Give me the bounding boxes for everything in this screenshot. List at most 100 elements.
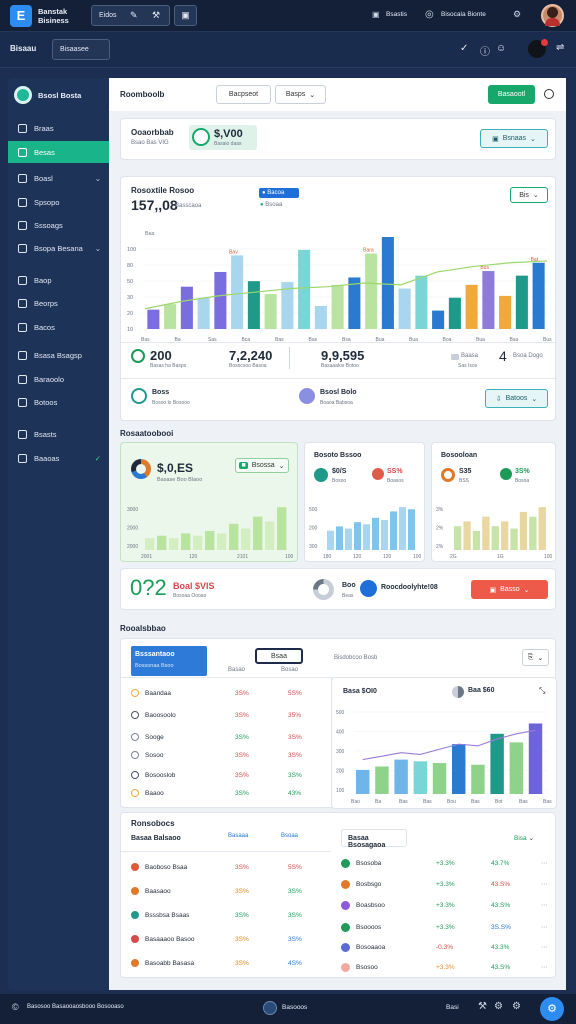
sidebar-item-8[interactable]: Bacos bbox=[8, 316, 109, 338]
balance-caption: Basaio daas bbox=[214, 141, 242, 147]
y-tick-label: 3% bbox=[436, 507, 444, 513]
info-icon[interactable]: ⓘ bbox=[480, 43, 490, 58]
check-icon[interactable]: ✓ bbox=[460, 43, 468, 54]
table-row[interactable]: Baandaa 3S% 5S% bbox=[131, 683, 326, 703]
chart-bar bbox=[448, 297, 461, 329]
perf-main-badge[interactable]: ■ Bsossa ⌄ bbox=[235, 458, 289, 473]
top-link-2[interactable]: Bisocala Bionte bbox=[441, 11, 486, 18]
edit-icon[interactable]: ✎ bbox=[130, 10, 138, 21]
x-tick-label: 2G bbox=[450, 554, 457, 559]
sidebar-item-2[interactable]: Boasl ⌄ bbox=[8, 167, 109, 189]
sidebar-item-11[interactable]: Botoos bbox=[8, 391, 109, 413]
tools-icon[interactable]: ⚒ bbox=[152, 10, 160, 21]
x-tick-label: Bou bbox=[447, 799, 456, 804]
search-button[interactable]: Bisaasee bbox=[52, 39, 110, 60]
table-row[interactable]: Bosooslob 3S% 3S% bbox=[131, 765, 326, 785]
chart-bar bbox=[413, 761, 428, 794]
sidebar-item-3[interactable]: Spsopo bbox=[8, 191, 109, 213]
bottom-right-badge[interactable]: Bisa ⌄ bbox=[514, 834, 534, 842]
balance-button[interactable]: ▣ Bsnaas ⌄ bbox=[480, 129, 548, 148]
gear-icon[interactable]: ⚙ bbox=[494, 1001, 503, 1012]
calendar-icon[interactable]: ▣ bbox=[372, 10, 380, 19]
sidebar-item-10[interactable]: Baraoolo bbox=[8, 368, 109, 390]
summary-big: 0?2 bbox=[130, 575, 167, 600]
row-menu-icon[interactable]: ⋯ bbox=[541, 859, 548, 867]
table-row[interactable]: Basoabb Basasa 3S% 4S% bbox=[131, 953, 326, 973]
analytics-menu[interactable]: ⎘ ⌄ bbox=[522, 649, 549, 666]
sidebar-item-12[interactable]: Bsasts bbox=[8, 423, 109, 445]
image-icon[interactable]: ▣ bbox=[174, 5, 197, 26]
row-value-2: 3S% bbox=[288, 771, 302, 779]
settings-icon[interactable]: ⚙ bbox=[513, 9, 521, 20]
notifications-icon[interactable] bbox=[528, 39, 548, 58]
table-row[interactable]: Bsosoba +3.3% 43.7% ⋯ bbox=[341, 853, 551, 873]
select-1[interactable]: Bacpseot bbox=[216, 85, 271, 104]
sidebar-item-6[interactable]: Baop bbox=[8, 269, 109, 291]
chevron-down-icon: ⌄ bbox=[528, 835, 534, 842]
sidebar-item-label: Boasl bbox=[34, 173, 53, 183]
table-row[interactable]: Baoboso Bsaa 3S% 5S% bbox=[131, 857, 326, 877]
info-button[interactable]: ⇩ Batoos ⌄ bbox=[485, 389, 548, 408]
bottom-left-col1: Basaaa bbox=[228, 833, 249, 839]
sidebar-item-9[interactable]: Bsasa Bsagsp bbox=[8, 344, 109, 366]
sidebar-item-5[interactable]: Bsopa Besana ⌄ bbox=[8, 237, 109, 259]
table-row[interactable]: Baaoo 3S% 43% bbox=[131, 783, 326, 803]
primary-action-button[interactable]: Basaootl bbox=[488, 85, 535, 104]
tab-active[interactable]: Bsssantaoo Bossonaa Bsoo bbox=[131, 646, 207, 676]
y-tick-label: 100 bbox=[336, 788, 345, 794]
settings-icon[interactable]: ⚙ bbox=[512, 1001, 521, 1012]
tools-icon[interactable]: ⚒ bbox=[478, 1001, 487, 1012]
help-fab[interactable]: ⚙ bbox=[540, 997, 564, 1021]
sidebar-item-icon bbox=[18, 173, 27, 183]
table-row[interactable]: Sosoo 3S% 3S% bbox=[131, 745, 326, 765]
y-tick-label: 30 bbox=[127, 295, 133, 301]
row-value-1: -0.3% bbox=[436, 943, 453, 951]
table-row[interactable]: Bsssbsa Bsaas 3S% 3S% bbox=[131, 905, 326, 925]
row-menu-icon[interactable]: ⋯ bbox=[541, 923, 548, 931]
table-row[interactable]: Bsoooos +3.3% 3S.S% ⋯ bbox=[341, 917, 551, 937]
legend-1-label: Bacoa bbox=[267, 190, 285, 196]
summary-button[interactable]: ▣ Basso ⌄ bbox=[471, 580, 548, 599]
sidebar-item-0[interactable]: Braas bbox=[8, 117, 109, 139]
row-name: Baoboso Bsaa bbox=[145, 863, 188, 871]
footer-right[interactable]: Basi bbox=[446, 1004, 459, 1011]
footer-center[interactable]: Basooos bbox=[282, 1004, 307, 1011]
search-label: Bisaasee bbox=[60, 46, 89, 53]
tab-outline[interactable]: Bsaa bbox=[255, 648, 303, 664]
table-row[interactable]: Bsosoo +3.3% 43.S% ⋯ bbox=[341, 957, 551, 977]
overview-dropdown[interactable]: Bis ⌄ bbox=[510, 187, 548, 203]
chart-bar bbox=[336, 526, 344, 550]
globe-icon[interactable]: ◎ bbox=[425, 9, 434, 20]
row-menu-icon[interactable]: ⋯ bbox=[541, 901, 548, 909]
expand-icon[interactable]: ⤡ bbox=[539, 686, 545, 696]
table-row[interactable]: Sooge 3S% 3S% bbox=[131, 727, 326, 747]
sidebar-item-4[interactable]: Sssoags bbox=[8, 214, 109, 236]
table-row[interactable]: Boasbsoo +3.3% 43.S% ⋯ bbox=[341, 895, 551, 915]
tab-label[interactable]: Eidos bbox=[99, 12, 117, 19]
sidebar-item-7[interactable]: Beorps bbox=[8, 292, 109, 314]
row-menu-icon[interactable]: ⋯ bbox=[541, 880, 548, 888]
sidebar-item-13[interactable]: Baaoas ✓ bbox=[8, 447, 109, 469]
table-row[interactable]: Baoosoolo 3S% 35% bbox=[131, 705, 326, 725]
select-2[interactable]: Basps ⌄ bbox=[275, 85, 326, 104]
sidebar-item-1[interactable]: Besas bbox=[8, 141, 109, 163]
perf-card-2-metric2: SS% bbox=[387, 468, 403, 475]
user-avatar[interactable] bbox=[541, 4, 564, 27]
y-tick-label: 2% bbox=[436, 526, 444, 532]
row-menu-icon[interactable]: ⋯ bbox=[541, 943, 548, 951]
summary-text: Roocdoolyhte!08 bbox=[381, 584, 438, 591]
balance-button-label: Bsnaas bbox=[502, 135, 527, 142]
perf-card-3-title: Bosooloan bbox=[441, 452, 478, 459]
table-row[interactable]: Bosoaaoa -0.3% 43.3% ⋯ bbox=[341, 937, 551, 957]
share-icon[interactable]: ⇌ bbox=[556, 42, 564, 53]
table-row[interactable]: Bosbsgo +3.3% 43.S% ⋯ bbox=[341, 874, 551, 894]
row-name: Bsosoba bbox=[356, 859, 382, 867]
smile-icon[interactable]: ☺ bbox=[496, 43, 506, 54]
table-row[interactable]: Baasaoo 3S% 3S% bbox=[131, 881, 326, 901]
row-name: Basaaaoo Basoo bbox=[145, 935, 195, 943]
top-link-1[interactable]: Bsastis bbox=[386, 11, 407, 18]
table-row[interactable]: Basaaaoo Basoo 3S% 3S% bbox=[131, 929, 326, 949]
row-name: Bosbsgo bbox=[356, 880, 382, 888]
row-menu-icon[interactable]: ⋯ bbox=[541, 963, 548, 971]
bottom-right-tab[interactable]: Basaa Bsosagaoa bbox=[341, 829, 407, 849]
